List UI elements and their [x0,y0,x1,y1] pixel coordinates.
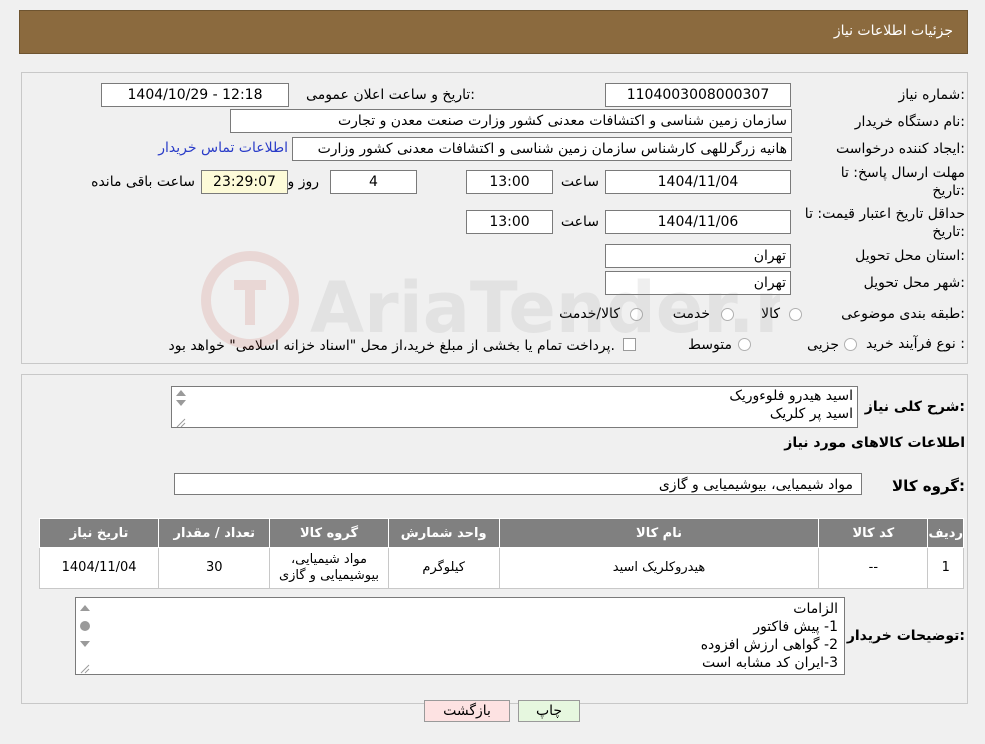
page-title: جزئیات اطلاعات نیاز [833,23,953,39]
cell-goods-code: -- [818,547,929,589]
remaining-days-field: 4 [330,170,417,194]
reply-date-field: 1404/11/04 [605,170,791,194]
category-option-service: خدمت [672,306,710,322]
category-radio-goods-service[interactable] [630,308,643,321]
table-header-row: ردیف کد کالا نام کالا واحد شمارش گروه کا… [38,518,964,548]
category-option-goods: کالا [761,306,780,322]
summary-textarea[interactable]: اسید هیدرو فلوءوریک اسید پر کلریک [171,386,858,428]
cell-goods-name: هیدروکلریک اسید [498,547,820,589]
buyer-org-field: سازمان زمین شناسی و اکتشافات معدنی کشور … [230,109,792,133]
buyer-notes-line-3: 2- گواهی ارزش افزوده [700,637,838,653]
print-button[interactable]: چاپ [518,700,580,722]
page-header: جزئیات اطلاعات نیاز [19,10,968,54]
buyer-notes-line-2: 1- پیش فاکتور [753,619,838,635]
cell-need-date: 1404/11/04 [38,547,160,589]
summary-line-1: اسید هیدرو فلوءوریک [729,388,853,404]
price-validity-time-label: ساعت [560,214,599,230]
creator-label: ایجاد کننده درخواست: [836,141,965,157]
process-option-medium: متوسط [688,337,732,353]
buyer-contact-link[interactable]: اطلاعات تماس خریدار [158,140,288,156]
province-field: تهران [605,244,791,268]
need-number-field: 1104003008000307 [605,83,791,107]
summary-line-2: اسید پر کلریک [769,406,853,422]
city-field: تهران [605,271,791,295]
remaining-time-label: ساعت باقی مانده [91,174,195,190]
goods-table: ردیف کد کالا نام کالا واحد شمارش گروه کا… [38,518,964,589]
table-row: 1 -- هیدروکلریک اسید کیلوگرم مواد شیمیای… [38,547,964,589]
payment-note: پرداخت تمام یا بخشی از مبلغ خرید،از محل … [168,338,615,354]
category-label: طبقه بندی موضوعی: [841,306,965,322]
reply-deadline-label-1: مهلت ارسال پاسخ: تا [840,165,965,181]
col-quantity: تعداد / مقدار [158,518,271,548]
province-label: استان محل تحویل: [855,248,965,264]
process-option-minor: جزیی [807,337,839,353]
price-validity-label-2: تاریخ: [932,224,965,240]
buyer-notes-label: توضیحات خریدار: [846,628,965,644]
remaining-time-field: 23:29:07 [201,170,288,194]
col-goods-code: کد کالا [818,518,929,548]
days-label: روز و [287,174,320,190]
process-radio-minor[interactable] [844,338,857,351]
cell-quantity: 30 [158,547,271,589]
summary-scrollbar[interactable] [172,387,190,427]
announce-datetime-label: تاریخ و ساعت اعلان عمومی: [306,87,475,103]
price-validity-time-field: 13:00 [466,210,553,234]
col-goods-name: نام کالا [498,518,820,548]
process-type-label: نوع فرآیند خرید : [866,336,965,352]
col-unit: واحد شمارش [387,518,500,548]
price-validity-label-1: حداقل تاریخ اعتبار قیمت: تا [804,206,965,222]
goods-group-field: مواد شیمیایی، بیوشیمیایی و گازی [174,473,862,495]
category-radio-goods[interactable] [789,308,802,321]
goods-section-title: اطلاعات کالاهای مورد نیاز [784,435,965,451]
cell-row-number: 1 [927,547,964,589]
process-radio-medium[interactable] [738,338,751,351]
need-number-label: شماره نیاز: [898,87,965,103]
category-radio-service[interactable] [721,308,734,321]
reply-deadline-label-2: تاریخ: [932,183,965,199]
category-option-goods-service: کالا/خدمت [559,306,620,322]
buyer-notes-line-4: 3-ایران کد مشابه است [701,655,838,671]
col-need-date: تاریخ نیاز [38,518,160,548]
col-goods-group: گروه کالا [269,518,389,548]
cell-goods-group: مواد شیمیایی، بیوشیمیایی و گازی [269,547,389,589]
announce-datetime-field: 1404/10/29 - 12:18 [101,83,289,107]
creator-field: هانیه زرگرللهی کارشناس سازمان زمین شناسی… [292,137,792,161]
col-row-number: ردیف [927,518,964,548]
reply-time-label: ساعت [560,174,599,190]
reply-time-field: 13:00 [466,170,553,194]
cell-unit: کیلوگرم [387,547,500,589]
treasury-checkbox[interactable] [623,338,636,351]
city-label: شهر محل تحویل: [863,275,965,291]
summary-label: شرح کلی نیاز: [864,399,965,415]
buyer-notes-textarea[interactable]: الزامات 1- پیش فاکتور 2- گواهی ارزش افزو… [75,597,845,675]
buyer-notes-scrollbar[interactable] [76,598,94,674]
price-validity-date-field: 1404/11/06 [605,210,791,234]
goods-group-label: گروه کالا: [892,477,965,495]
buyer-notes-line-1: الزامات [793,601,838,617]
buyer-org-label: نام دستگاه خریدار: [854,114,965,130]
back-button[interactable]: بازگشت [424,700,510,722]
